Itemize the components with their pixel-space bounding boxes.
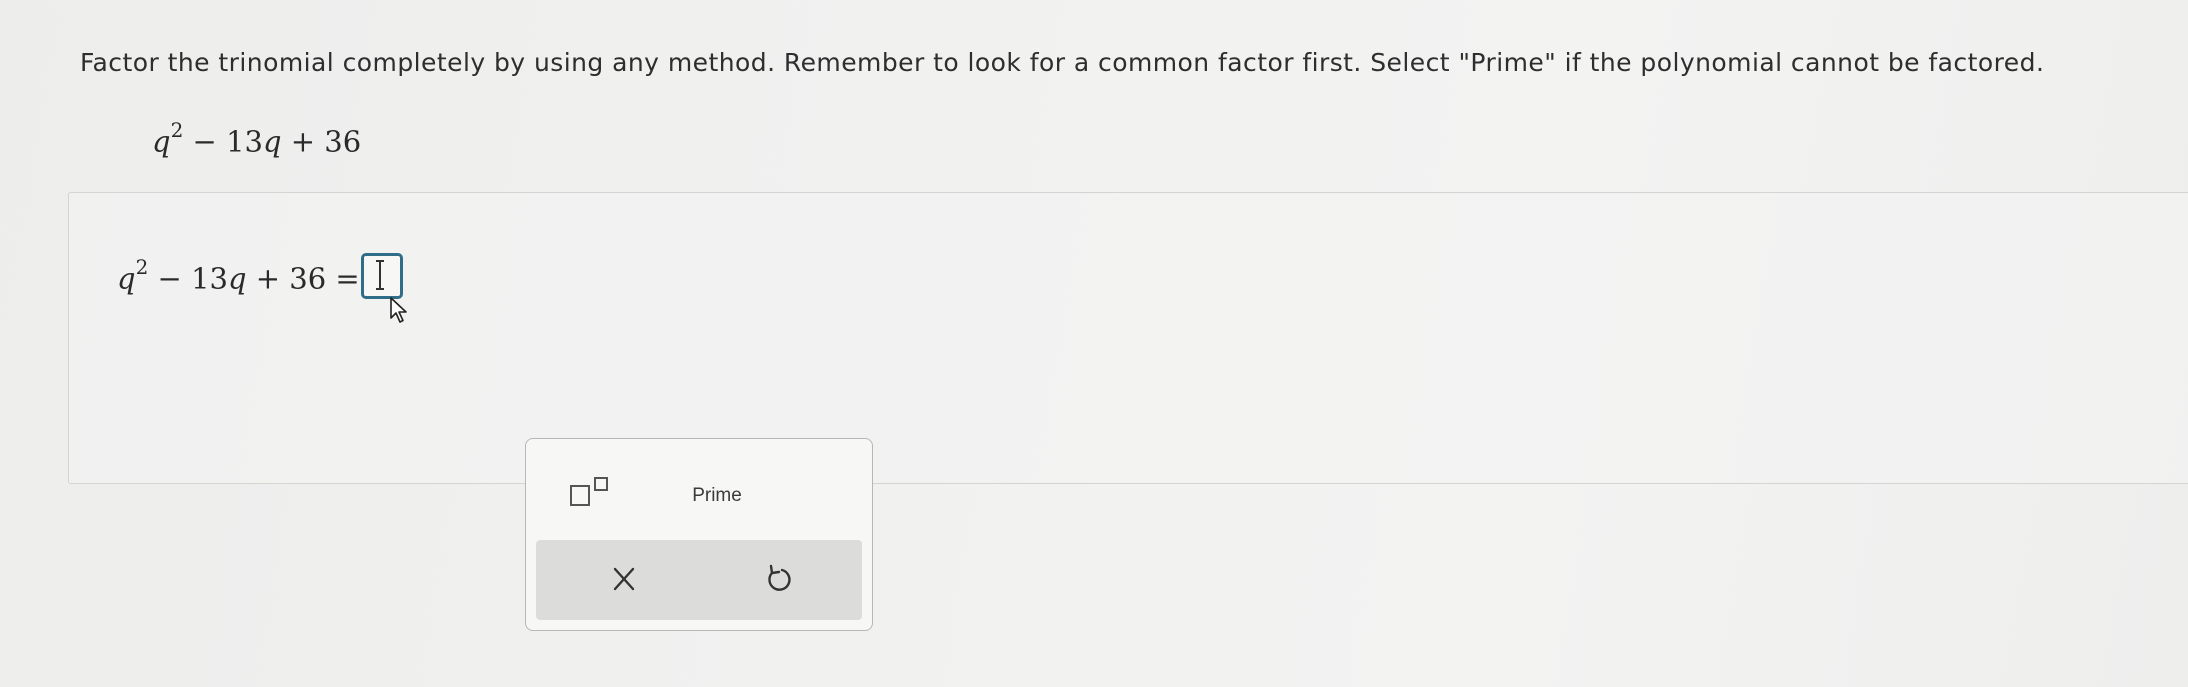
- math-toolbar: Prime: [525, 438, 873, 631]
- problem-expression: q2 − 13q + 36: [152, 118, 362, 159]
- exponent-button[interactable]: [562, 469, 626, 521]
- question-instructions: Factor the trinomial completely by using…: [80, 48, 2045, 77]
- coefficient: 13: [226, 124, 263, 159]
- text-cursor-icon: [376, 260, 384, 290]
- operator: −: [157, 261, 182, 296]
- prime-button[interactable]: Prime: [662, 479, 772, 513]
- constant: 36: [289, 261, 327, 296]
- answer-expression: q2 − 13q + 36 =: [117, 255, 360, 296]
- undo-icon: [768, 564, 791, 591]
- close-icon: [613, 567, 635, 591]
- equals-sign: =: [335, 261, 360, 296]
- variable: q: [262, 124, 282, 159]
- variable: q: [117, 261, 136, 296]
- variable: q: [152, 124, 171, 159]
- coefficient: 13: [191, 261, 228, 296]
- operator: +: [255, 261, 281, 296]
- answer-panel: q2 − 13q + 36 = Prime: [68, 192, 2188, 631]
- exponent: 2: [170, 118, 184, 142]
- exponent-power-box-icon: [594, 477, 608, 491]
- constant: 36: [324, 124, 362, 159]
- mouse-pointer-icon: [390, 297, 407, 323]
- clear-button[interactable]: [600, 558, 648, 602]
- variable: q: [227, 261, 247, 296]
- exponent: 2: [135, 255, 149, 279]
- operator: +: [290, 124, 316, 159]
- exponent-base-box-icon: [570, 485, 590, 506]
- action-bar: [536, 540, 862, 620]
- operator: −: [192, 124, 217, 159]
- undo-button[interactable]: [754, 558, 802, 602]
